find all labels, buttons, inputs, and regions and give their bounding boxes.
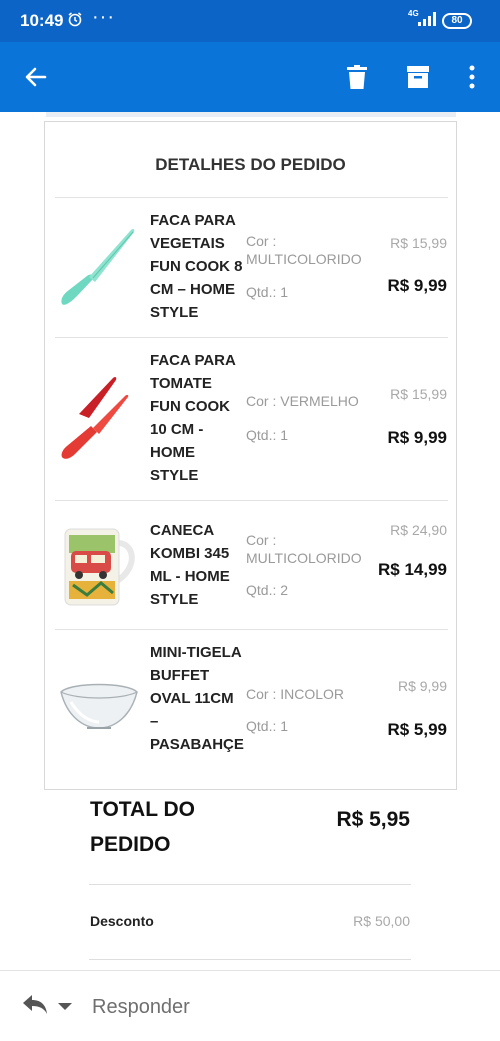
email-body[interactable]: DETALHES DO PEDIDO FACA PARA VEGETAIS FU… (0, 112, 500, 970)
divider (89, 884, 411, 885)
divider (89, 959, 411, 960)
mug-image (57, 521, 141, 616)
item-price: R$ 14,99 (378, 560, 447, 579)
item-quantity: Qtd.: 1 (246, 427, 289, 443)
item-quantity: Qtd.: 2 (246, 582, 289, 598)
item-quantity: Qtd.: 1 (246, 284, 289, 300)
item-color: Cor : INCOLOR (246, 686, 345, 702)
item-name: MINI-TIGELA BUFFET OVAL 11CM – PASABAHÇE (150, 644, 244, 753)
status-bar: 10:49 ··· 4G 80 (0, 0, 500, 42)
item-price: R$ 9,99 (387, 276, 447, 295)
discount-value: R$ 50,00 (353, 913, 410, 929)
item-old-price: R$ 9,99 (397, 678, 447, 694)
item-color: Cor : VERMELHO (246, 393, 359, 409)
item-price: R$ 5,99 (387, 720, 447, 739)
item-name: FACA PARA TOMATE FUN COOK 10 CM - HOME S… (150, 352, 236, 484)
order-total-label: TOTAL DO PEDIDO (90, 798, 195, 856)
order-item: MINI-TIGELA BUFFET OVAL 11CM – PASABAHÇE… (55, 629, 448, 789)
battery-indicator: 80 (442, 13, 472, 29)
item-quantity: Qtd.: 1 (246, 718, 289, 734)
item-name: FACA PARA VEGETAIS FUN COOK 8 CM – HOME … (150, 212, 243, 321)
order-title: DETALHES DO PEDIDO (155, 155, 346, 174)
status-time: 10:49 (20, 11, 64, 30)
app-bar (0, 42, 500, 112)
trash-icon[interactable] (337, 42, 377, 112)
green-knife-image (57, 220, 141, 315)
item-price: R$ 9,99 (387, 428, 447, 447)
status-more-dots: ··· (92, 6, 115, 28)
discount-label: Desconto (90, 913, 154, 929)
more-vertical-icon[interactable] (456, 42, 488, 112)
alarm-clock-icon (67, 11, 83, 31)
signal-icon (418, 12, 436, 31)
order-total-value: R$ 5,95 (336, 808, 410, 831)
reply-icon[interactable] (22, 993, 48, 1020)
caret-down-icon[interactable] (58, 1003, 72, 1010)
item-old-price: R$ 15,99 (390, 386, 447, 402)
order-item: CANECA KOMBI 345 ML - HOME STYLE Cor : M… (55, 500, 448, 629)
item-color: Cor : MULTICOLORIDO (246, 233, 362, 267)
item-old-price: R$ 15,99 (390, 235, 447, 251)
glass-bowl-image (57, 672, 141, 747)
order-item: FACA PARA VEGETAIS FUN COOK 8 CM – HOME … (55, 197, 448, 337)
item-color: Cor : MULTICOLORIDO (246, 532, 362, 566)
divider (46, 112, 456, 117)
reply-bar: Responder (0, 970, 500, 1041)
archive-icon[interactable] (398, 42, 438, 112)
order-item: FACA PARA TOMATE FUN COOK 10 CM - HOME S… (55, 337, 448, 500)
red-knife-image (57, 374, 141, 469)
item-old-price: R$ 24,90 (390, 522, 447, 538)
back-arrow-icon[interactable] (14, 42, 58, 112)
order-details-card: DETALHES DO PEDIDO FACA PARA VEGETAIS FU… (44, 121, 457, 790)
reply-button[interactable]: Responder (92, 996, 190, 1019)
item-name: CANECA KOMBI 345 ML - HOME STYLE (150, 522, 230, 608)
